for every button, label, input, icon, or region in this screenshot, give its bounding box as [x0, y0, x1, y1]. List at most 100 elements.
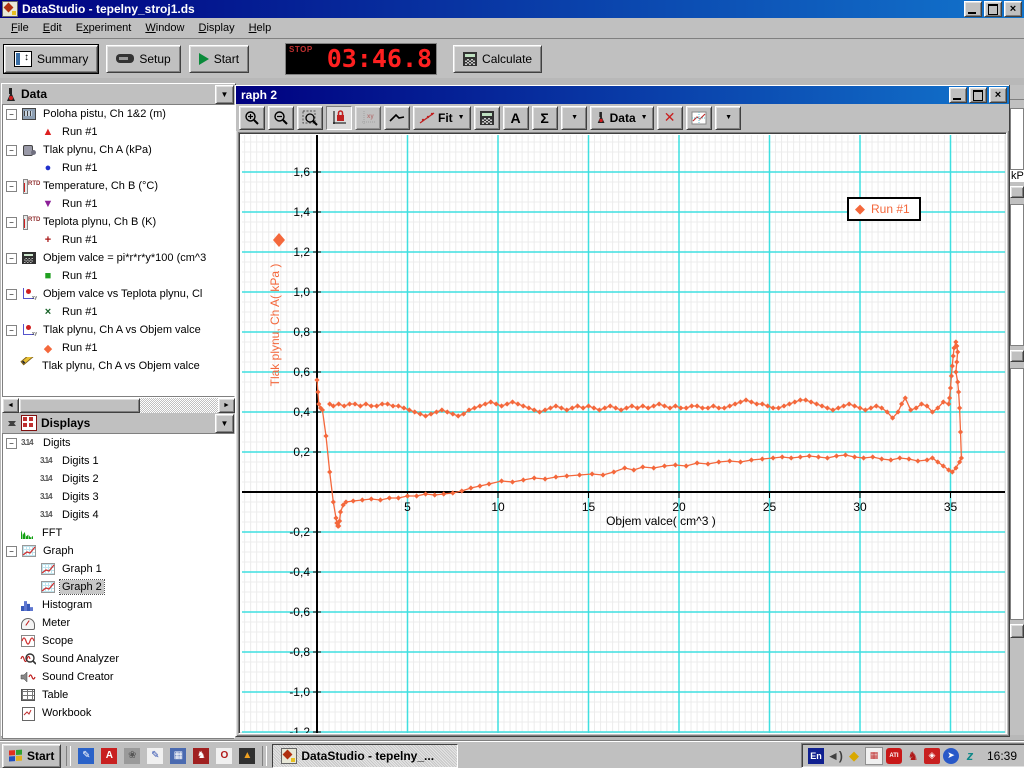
scroll-left-icon[interactable]: ◄	[2, 398, 19, 413]
displays-tree-item-digits-1[interactable]: 3.14Digits 1	[3, 452, 234, 470]
data-tree-item-7[interactable]: Tlak plynu, Ch A vs Objem valce	[3, 357, 234, 375]
close-button[interactable]: ×	[1004, 1, 1022, 17]
quicklaunch-desktop-icon[interactable]: ✎	[76, 746, 96, 766]
data-tree-run-2[interactable]: ▼Run #1	[3, 195, 234, 213]
settings-button[interactable]	[686, 106, 712, 130]
quicklaunch-icon-3[interactable]: ❀	[122, 746, 142, 766]
zoom-select-button[interactable]	[297, 106, 323, 130]
maximize-button[interactable]	[984, 1, 1002, 17]
tree-expander-icon[interactable]: −	[6, 546, 17, 557]
fit-button[interactable]: Fit▼	[413, 106, 471, 130]
settings-dropdown[interactable]: ▼	[715, 106, 741, 130]
quicklaunch-acrobat-icon[interactable]: A	[99, 746, 119, 766]
setup-button[interactable]: Setup	[106, 45, 180, 73]
tree-expander-icon[interactable]: −	[6, 109, 17, 120]
calculator-button[interactable]	[474, 106, 500, 130]
menu-file[interactable]: File	[4, 20, 36, 36]
graph-minimize-button[interactable]	[949, 87, 967, 103]
menu-edit[interactable]: Edit	[36, 20, 69, 36]
data-tree-run-6[interactable]: ◆Run #1	[3, 339, 234, 357]
data-hscrollbar[interactable]: ◄ ►	[2, 397, 235, 413]
text-tool-button[interactable]: A	[503, 106, 529, 130]
data-tree-item-2[interactable]: −RTDTemperature, Ch B (°C)	[3, 177, 234, 195]
menu-experiment[interactable]: Experiment	[69, 20, 139, 36]
displays-tree-item-graph-2[interactable]: Graph 2	[3, 578, 234, 596]
start-button[interactable]: Start	[189, 45, 249, 73]
keyboard-layout-indicator[interactable]: En	[808, 748, 824, 764]
data-menu-button[interactable]: Data▼	[590, 106, 654, 130]
displays-tree-item-meter[interactable]: Meter	[3, 614, 234, 632]
data-tree-run-3[interactable]: +Run #1	[3, 231, 234, 249]
tree-expander-icon[interactable]: −	[6, 217, 17, 228]
displays-tree-item-workbook[interactable]: Workbook	[3, 704, 234, 722]
smart-tool-button[interactable]	[384, 106, 410, 130]
tray-icon-3[interactable]: ◆	[846, 748, 862, 764]
data-tree-run-0[interactable]: ▲Run #1	[3, 123, 234, 141]
data-tree-item-6[interactable]: −xyTlak plynu, Ch A vs Objem valce	[3, 321, 234, 339]
scroll-right-icon[interactable]: ►	[218, 398, 235, 413]
tree-expander-icon[interactable]: −	[6, 325, 17, 336]
delete-button[interactable]: ✕	[657, 106, 683, 130]
data-tree-item-1[interactable]: −Tlak plynu, Ch A (kPa)	[3, 141, 234, 159]
summary-button[interactable]: Summary	[4, 45, 98, 73]
displays-tree-item-digits-3[interactable]: 3.14Digits 3	[3, 488, 234, 506]
scroll-thumb[interactable]	[19, 398, 140, 413]
statistics-dropdown[interactable]: ▼	[561, 106, 587, 130]
displays-tree-item-histogram[interactable]: Histogram	[3, 596, 234, 614]
minimize-button[interactable]	[964, 1, 982, 17]
statistics-button[interactable]: Σ	[532, 106, 558, 130]
tree-expander-icon[interactable]: −	[6, 145, 17, 156]
data-dropdown-button[interactable]: ▼	[215, 85, 234, 104]
calculate-button[interactable]: Calculate	[453, 45, 542, 73]
ati-icon[interactable]: ATI	[886, 748, 902, 764]
displays-dropdown-button[interactable]: ▼	[215, 414, 234, 433]
quicklaunch-calculator-icon[interactable]: ▦	[168, 746, 188, 766]
task-button-datastudio[interactable]: DataStudio - tepelny_...	[272, 744, 458, 768]
tray-icon-6[interactable]: ♞	[905, 748, 921, 764]
displays-tree-item-digits-4[interactable]: 3.14Digits 4	[3, 506, 234, 524]
start-menu-button[interactable]: Start	[2, 744, 61, 768]
data-tree-item-0[interactable]: −Poloha pistu, Ch 1&2 (m)	[3, 105, 234, 123]
quicklaunch-icon-8[interactable]: ▲	[237, 746, 257, 766]
displays-tree-item-digits-2[interactable]: 3.14Digits 2	[3, 470, 234, 488]
data-tree-run-5[interactable]: ×Run #1	[3, 303, 234, 321]
tree-expander-icon[interactable]: −	[6, 438, 17, 449]
menu-window[interactable]: Window	[138, 20, 191, 36]
displays-tree-item-sound-analyzer[interactable]: Sound Analyzer	[3, 650, 234, 668]
tree-expander-icon[interactable]: −	[6, 253, 17, 264]
scale-to-fit-button[interactable]	[326, 106, 352, 130]
data-tree-item-4[interactable]: −Objem valce = pi*r*r*y*100 (cm^3	[3, 249, 234, 267]
chart-legend[interactable]: ◆ Run #1	[847, 197, 921, 221]
xy-tool-button[interactable]: xy	[355, 106, 381, 130]
displays-tree-item-table[interactable]: Table	[3, 686, 234, 704]
displays-tree-item-sound-creator[interactable]: Sound Creator	[3, 668, 234, 686]
menu-display[interactable]: Display	[192, 20, 242, 36]
displays-tree-item-digits[interactable]: −3.14Digits	[3, 434, 234, 452]
data-tree-run-4[interactable]: ■Run #1	[3, 267, 234, 285]
graph-window-titlebar[interactable]: raph 2 ×	[236, 86, 1009, 104]
volume-icon[interactable]: ◄)	[827, 748, 843, 764]
tree-expander-icon[interactable]: −	[6, 181, 17, 192]
displays-tree-item-fft[interactable]: FFT	[3, 524, 234, 542]
quicklaunch-icon-6[interactable]: ♞	[191, 746, 211, 766]
quicklaunch-opera-icon[interactable]: O	[214, 746, 234, 766]
scheduler-icon[interactable]: ▦	[865, 747, 883, 765]
chart-plot[interactable]: 1,61,41,21,00,80,60,40,2-0,2-0,4-0,6-0,8…	[239, 133, 1007, 734]
tray-globe-icon[interactable]: ➤	[943, 748, 959, 764]
displays-tree-item-scope[interactable]: Scope	[3, 632, 234, 650]
displays-tree-item-graph[interactable]: −Graph	[3, 542, 234, 560]
tray-icon-7[interactable]: ◈	[924, 748, 940, 764]
menu-help[interactable]: Help	[242, 20, 279, 36]
tray-icon-9[interactable]: z	[962, 748, 978, 764]
graph-close-button[interactable]: ×	[989, 87, 1007, 103]
data-tree-item-5[interactable]: −xyObjem valce vs Teplota plynu, Cl	[3, 285, 234, 303]
tree-expander-icon[interactable]: −	[6, 289, 17, 300]
zoom-in-button[interactable]	[239, 106, 265, 130]
data-tree-item-3[interactable]: −RTDTeplota plynu, Ch B (K)	[3, 213, 234, 231]
displays-tree-item-graph-1[interactable]: Graph 1	[3, 560, 234, 578]
data-tree-run-1[interactable]: ●Run #1	[3, 159, 234, 177]
app-titlebar[interactable]: DataStudio - tepelny_stroj1.ds ×	[0, 0, 1024, 18]
zoom-out-button[interactable]	[268, 106, 294, 130]
quicklaunch-writer-icon[interactable]: ✎	[145, 746, 165, 766]
chart-area[interactable]: 1,61,41,21,00,80,60,40,2-0,2-0,4-0,6-0,8…	[238, 132, 1007, 734]
